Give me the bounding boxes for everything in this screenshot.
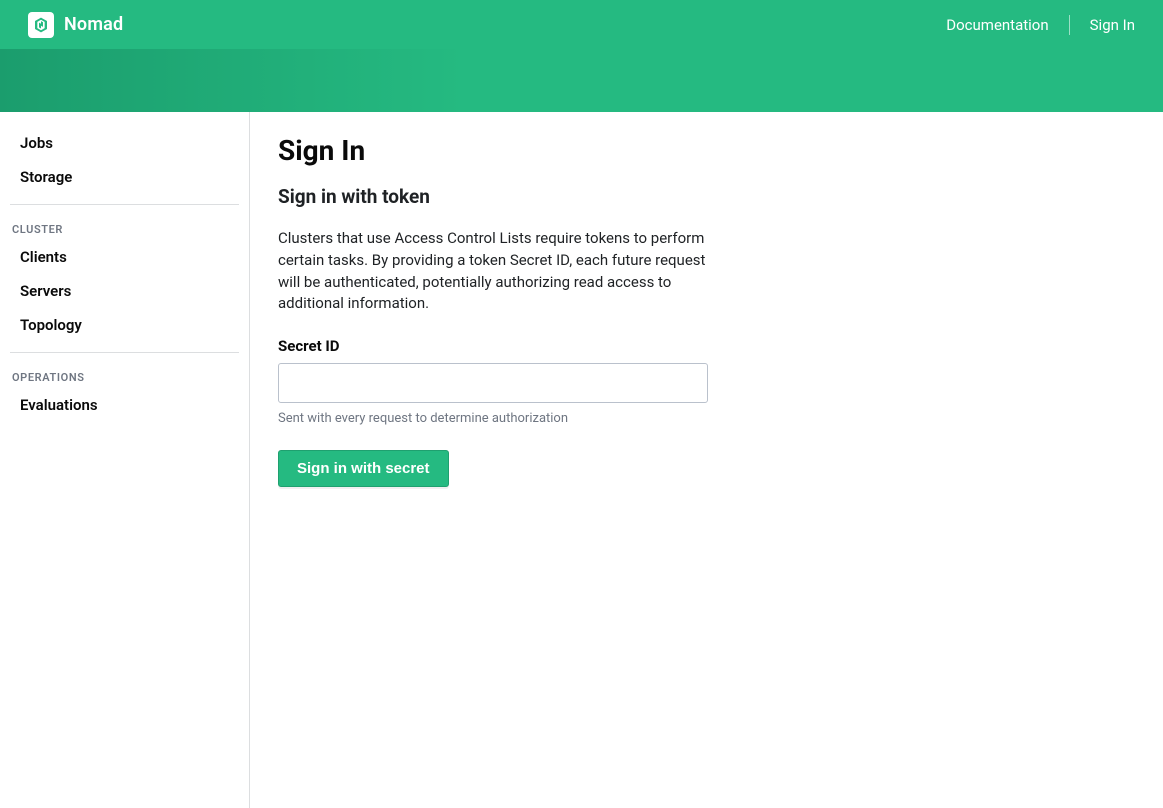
- sidebar: Jobs Storage CLUSTER Clients Servers Top…: [0, 112, 250, 808]
- help-text: Clusters that use Access Control Lists r…: [278, 228, 708, 315]
- sidebar-item-topology[interactable]: Topology: [10, 308, 239, 342]
- sidebar-item-evaluations[interactable]: Evaluations: [10, 388, 239, 422]
- top-navbar: Nomad Documentation Sign In: [0, 0, 1163, 49]
- page-title: Sign In: [278, 134, 1135, 167]
- secret-id-label: Secret ID: [278, 337, 708, 355]
- main-content: Sign In Sign in with token Clusters that…: [250, 112, 1163, 808]
- sidebar-item-clients[interactable]: Clients: [10, 240, 239, 274]
- signin-form: Clusters that use Access Control Lists r…: [278, 228, 708, 487]
- topnav-divider: [1069, 15, 1070, 35]
- secret-id-input[interactable]: [278, 363, 708, 403]
- secret-id-hint: Sent with every request to determine aut…: [278, 411, 708, 426]
- topnav-right: Documentation Sign In: [946, 15, 1135, 35]
- signin-submit-button[interactable]: Sign in with secret: [278, 450, 449, 487]
- sidebar-separator: [10, 204, 239, 205]
- sidebar-item-jobs[interactable]: Jobs: [10, 126, 239, 160]
- hero-strip: [0, 49, 1163, 112]
- brand[interactable]: Nomad: [28, 12, 123, 38]
- nomad-logo-icon: [28, 12, 54, 38]
- documentation-link[interactable]: Documentation: [946, 16, 1048, 34]
- section-title: Sign in with token: [278, 185, 1135, 208]
- brand-name: Nomad: [64, 14, 123, 35]
- sidebar-heading-operations: OPERATIONS: [10, 363, 239, 388]
- sidebar-item-servers[interactable]: Servers: [10, 274, 239, 308]
- sidebar-separator: [10, 352, 239, 353]
- sidebar-item-storage[interactable]: Storage: [10, 160, 239, 194]
- sidebar-heading-cluster: CLUSTER: [10, 215, 239, 240]
- signin-link[interactable]: Sign In: [1090, 16, 1135, 34]
